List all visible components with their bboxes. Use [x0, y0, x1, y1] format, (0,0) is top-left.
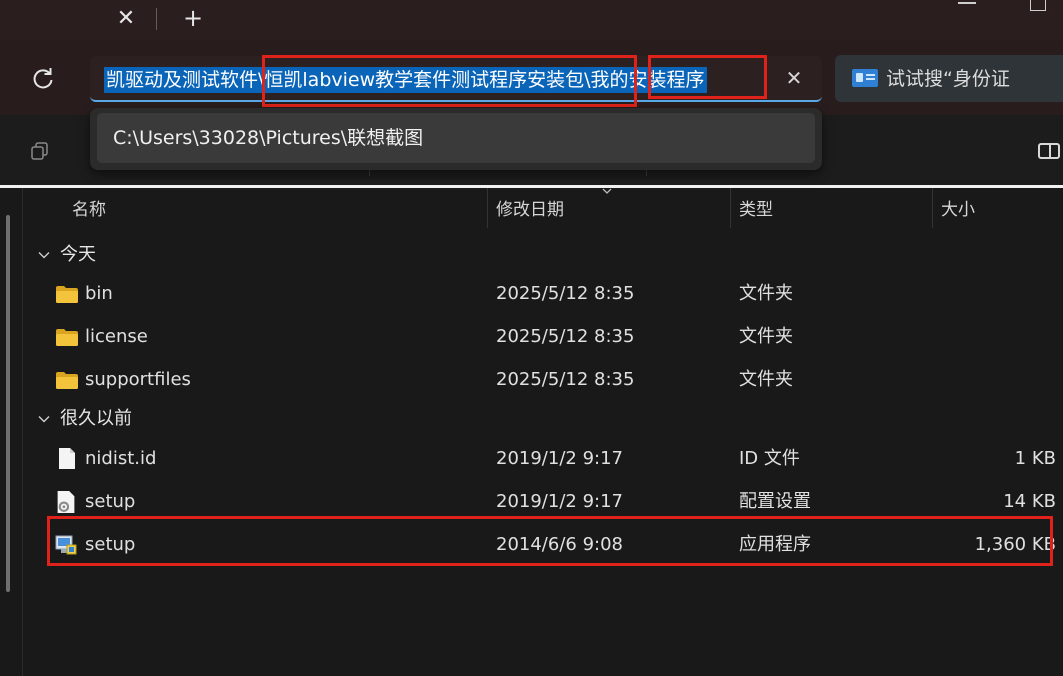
group-collapse-icon[interactable]	[38, 413, 50, 425]
search-placeholder[interactable]: 试试搜“身份证	[886, 66, 1010, 92]
config-file-icon	[57, 491, 75, 513]
column-header-date[interactable]: 修改日期	[496, 199, 564, 221]
annotation-box-folder	[262, 55, 637, 107]
file-name[interactable]: license	[85, 325, 148, 349]
file-type: 配置设置	[739, 491, 811, 512]
file-size: 1 KB	[1014, 448, 1056, 469]
file-icon	[59, 448, 75, 469]
id-card-icon	[852, 69, 878, 87]
file-date: 2025/5/12 8:35	[496, 369, 635, 390]
details-pane-icon[interactable]	[1038, 143, 1060, 159]
sort-chevron-icon	[602, 188, 612, 194]
folder-icon	[56, 372, 78, 389]
copy-icon[interactable]	[31, 142, 49, 160]
header-divider	[0, 185, 1063, 188]
column-separator[interactable]	[487, 188, 488, 228]
clear-address-button[interactable]: ✕	[780, 64, 808, 92]
file-name[interactable]: setup	[85, 490, 135, 514]
group-header-long-ago[interactable]: 很久以前	[60, 407, 132, 431]
suggestion-item-text[interactable]: C:\Users\33028\Pictures\联想截图	[113, 125, 423, 151]
folder-icon	[56, 329, 78, 346]
group-header-today[interactable]: 今天	[60, 243, 96, 267]
file-type: 文件夹	[739, 283, 793, 304]
annotation-box-setup-row	[47, 516, 1053, 566]
file-type: 文件夹	[739, 369, 793, 390]
annotation-box-subfolder	[648, 55, 767, 99]
column-separator[interactable]	[730, 188, 731, 228]
tab-close-button[interactable]: ✕	[113, 6, 139, 32]
maximize-icon[interactable]	[1030, 0, 1046, 11]
file-date: 2025/5/12 8:35	[496, 326, 635, 347]
file-date: 2019/1/2 9:17	[496, 448, 623, 469]
file-name[interactable]: bin	[85, 282, 113, 306]
minimize-icon[interactable]	[958, 2, 976, 4]
file-date: 2025/5/12 8:35	[496, 283, 635, 304]
column-separator[interactable]	[932, 188, 933, 228]
file-name[interactable]: supportfiles	[85, 368, 191, 392]
refresh-icon[interactable]	[30, 66, 56, 92]
column-header-name[interactable]: 名称	[72, 199, 106, 221]
group-collapse-icon[interactable]	[38, 249, 50, 261]
folder-icon	[56, 286, 78, 303]
navigation-pane-edge	[22, 188, 23, 676]
file-date: 2019/1/2 9:17	[496, 491, 623, 512]
new-tab-button[interactable]: +	[180, 5, 206, 31]
vertical-scrollbar[interactable]	[6, 215, 10, 592]
file-type: ID 文件	[739, 448, 800, 469]
title-bar	[0, 0, 1063, 40]
file-name[interactable]: nidist.id	[85, 447, 156, 471]
column-header-size[interactable]: 大小	[941, 199, 975, 221]
file-size: 14 KB	[1003, 491, 1056, 512]
file-type: 文件夹	[739, 326, 793, 347]
tab-separator	[156, 8, 157, 30]
column-header-type[interactable]: 类型	[739, 199, 773, 221]
